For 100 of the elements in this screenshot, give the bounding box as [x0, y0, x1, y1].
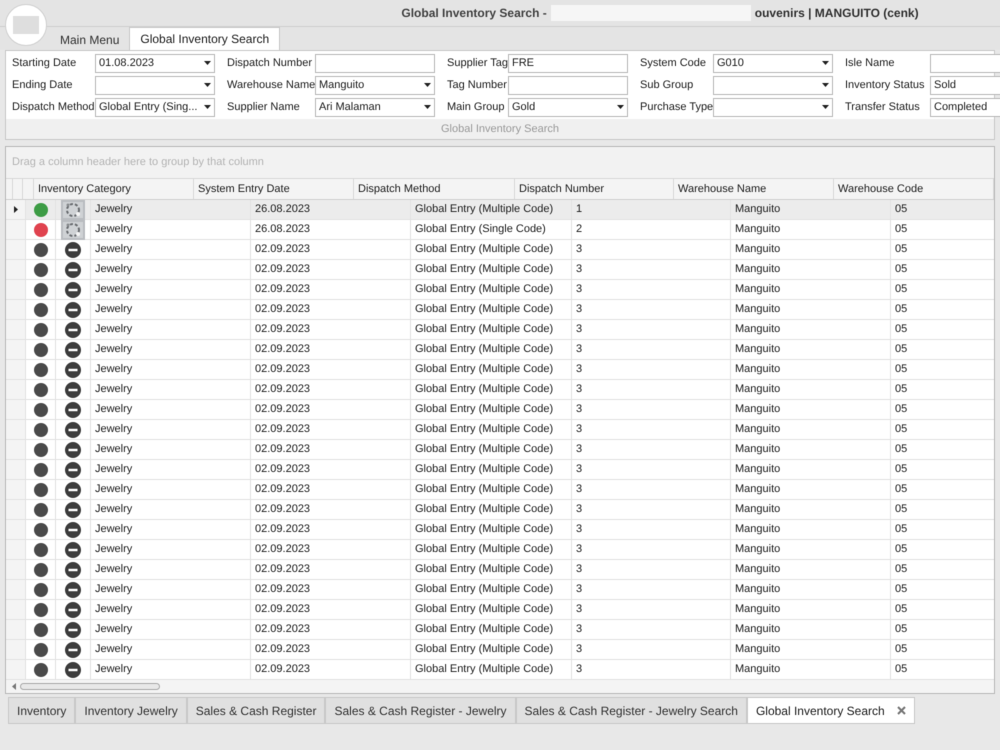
document-tab[interactable]: Inventory Jewelry — [75, 697, 187, 724]
minus-circle-icon — [65, 622, 81, 638]
caret-icon — [424, 83, 431, 87]
tab[interactable]: Global Inventory Search — [129, 27, 280, 50]
row-indicator-cell[interactable] — [6, 480, 26, 499]
table-row[interactable]: Jewelry 02.09.2023 Global Entry (Multiple Code) 3 Manguito 05 — [6, 400, 994, 420]
table-cell: Jewelry — [91, 420, 251, 439]
document-tab[interactable]: Inventory — [8, 697, 76, 724]
table-row[interactable]: Jewelry 02.09.2023 Global Entry (Multiple Code) 3 Manguito 05 — [6, 360, 994, 380]
dropdown-field[interactable]: Manguito — [315, 76, 435, 94]
dropdown-field[interactable]: Gold — [508, 98, 628, 116]
document-tab[interactable]: Sales & Cash Register - Jewelry — [325, 697, 516, 724]
dropdown-field[interactable] — [95, 76, 215, 94]
table-row[interactable]: Jewelry 02.09.2023 Global Entry (Multiple Code) 3 Manguito 05 — [6, 620, 994, 640]
table-row[interactable]: Jewelry 02.09.2023 Global Entry (Multiple Code) 3 Manguito 05 — [6, 500, 994, 520]
column-header[interactable]: Dispatch Method — [354, 179, 515, 199]
document-tab[interactable]: Sales & Cash Register - Jewelry Search — [516, 697, 747, 724]
table-row[interactable]: Jewelry 02.09.2023 Global Entry (Multiple Code) 3 Manguito 05 — [6, 420, 994, 440]
table-row[interactable]: Jewelry 02.09.2023 Global Entry (Multiple Code) 3 Manguito 05 — [6, 640, 994, 660]
column-header[interactable]: Inventory Category — [34, 179, 194, 199]
column-header[interactable]: Warehouse Code — [834, 179, 994, 199]
row-indicator-cell[interactable] — [6, 380, 26, 399]
table-cell: Jewelry — [91, 560, 251, 579]
row-indicator-cell[interactable] — [6, 500, 26, 519]
column-header[interactable]: Warehouse Name — [674, 179, 834, 199]
row-indicator-cell[interactable] — [6, 300, 26, 319]
row-indicator-cell[interactable] — [6, 620, 26, 639]
table-cell: 02.09.2023 — [251, 520, 411, 539]
row-indicator-cell[interactable] — [6, 320, 26, 339]
row-indicator-cell[interactable] — [6, 640, 26, 659]
table-row[interactable]: Jewelry 02.09.2023 Global Entry (Multiple Code) 3 Manguito 05 — [6, 240, 994, 260]
table-cell: 3 — [572, 520, 731, 539]
row-indicator-cell[interactable] — [6, 660, 26, 679]
close-icon[interactable] — [896, 706, 906, 715]
table-row[interactable]: Jewelry 02.09.2023 Global Entry (Multiple Code) 3 Manguito 05 — [6, 320, 994, 340]
dropdown-field[interactable] — [713, 98, 833, 116]
input-field[interactable]: Sold — [930, 76, 1000, 94]
row-indicator-cell[interactable] — [6, 260, 26, 279]
table-cell: 2 — [572, 220, 731, 239]
table-row[interactable]: Jewelry 02.09.2023 Global Entry (Multiple Code) 3 Manguito 05 — [6, 440, 994, 460]
row-indicator-cell[interactable] — [6, 280, 26, 299]
table-cell: 3 — [572, 420, 731, 439]
scroll-left-icon[interactable] — [12, 683, 16, 690]
table-cell: 05 — [891, 660, 994, 679]
table-row[interactable]: Jewelry 02.09.2023 Global Entry (Multiple Code) 3 Manguito 05 — [6, 460, 994, 480]
document-tab[interactable]: Global Inventory Search — [746, 697, 915, 724]
table-row[interactable]: Jewelry 02.09.2023 Global Entry (Multiple Code) 3 Manguito 05 — [6, 600, 994, 620]
table-row[interactable]: Jewelry 02.09.2023 Global Entry (Multiple Code) 3 Manguito 05 — [6, 480, 994, 500]
table-cell: Jewelry — [91, 520, 251, 539]
table-row[interactable]: Jewelry 02.09.2023 Global Entry (Multiple Code) 3 Manguito 05 — [6, 560, 994, 580]
input-field[interactable] — [315, 54, 435, 72]
row-indicator-cell[interactable] — [6, 520, 26, 539]
row-indicator-cell[interactable] — [6, 240, 26, 259]
table-cell: Global Entry (Multiple Code) — [411, 280, 572, 299]
table-cell: 05 — [891, 260, 994, 279]
row-indicator-cell[interactable] — [6, 360, 26, 379]
table-row[interactable]: Jewelry 26.08.2023 Global Entry (Multiple Code) 1 Manguito 05 — [6, 200, 994, 220]
table-row[interactable]: Jewelry 02.09.2023 Global Entry (Multiple Code) 3 Manguito 05 — [6, 580, 994, 600]
row-indicator-cell[interactable] — [6, 340, 26, 359]
dropdown-field[interactable]: Global Entry (Sing... — [95, 98, 215, 116]
column-header[interactable]: System Entry Date — [194, 179, 354, 199]
table-cell: Manguito — [731, 520, 891, 539]
row-indicator-cell[interactable] — [6, 440, 26, 459]
table-cell: Manguito — [731, 340, 891, 359]
table-row[interactable]: Jewelry 02.09.2023 Global Entry (Multiple Code) 3 Manguito 05 — [6, 300, 994, 320]
row-indicator-cell[interactable] — [6, 540, 26, 559]
tab-label: Sales & Cash Register — [196, 702, 316, 720]
row-indicator-cell[interactable] — [6, 460, 26, 479]
dropdown-field[interactable] — [713, 76, 833, 94]
table-cell: 02.09.2023 — [251, 640, 411, 659]
row-indicator-cell[interactable] — [6, 400, 26, 419]
dropdown-field[interactable]: Ari Malaman — [315, 98, 435, 116]
group-panel-hint: Drag a column header here to group by that column — [12, 155, 264, 170]
table-row[interactable]: Jewelry 26.08.2023 Global Entry (Single Code) 2 Manguito 05 — [6, 220, 994, 240]
minus-circle-icon — [65, 422, 81, 438]
table-row[interactable]: Jewelry 02.09.2023 Global Entry (Multiple Code) 3 Manguito 05 — [6, 260, 994, 280]
row-indicator-cell[interactable] — [6, 220, 26, 239]
input-field[interactable]: Completed — [930, 98, 1000, 116]
document-tab[interactable]: Sales & Cash Register — [186, 697, 326, 724]
row-indicator-cell[interactable] — [6, 420, 26, 439]
table-row[interactable]: Jewelry 02.09.2023 Global Entry (Multiple Code) 3 Manguito 05 — [6, 380, 994, 400]
table-row[interactable]: Jewelry 02.09.2023 Global Entry (Multiple Code) 3 Manguito 05 — [6, 540, 994, 560]
input-field[interactable] — [508, 76, 628, 94]
table-row[interactable]: Jewelry 02.09.2023 Global Entry (Multiple Code) 3 Manguito 05 — [6, 340, 994, 360]
table-row[interactable]: Jewelry 02.09.2023 Global Entry (Multiple Code) 3 Manguito 05 — [6, 520, 994, 540]
tab[interactable]: Main Menu — [50, 29, 130, 50]
table-row[interactable]: Jewelry 02.09.2023 Global Entry (Multiple Code) 3 Manguito 05 — [6, 280, 994, 300]
table-cell: 02.09.2023 — [251, 320, 411, 339]
scrollbar-thumb[interactable] — [20, 683, 160, 690]
row-indicator-cell[interactable] — [6, 200, 26, 219]
row-indicator-cell[interactable] — [6, 580, 26, 599]
column-header[interactable]: Dispatch Number — [515, 179, 674, 199]
row-indicator-cell[interactable] — [6, 600, 26, 619]
table-cell: 05 — [891, 500, 994, 519]
input-field[interactable]: FRE — [508, 54, 628, 72]
input-field[interactable] — [930, 54, 1000, 72]
table-cell: Manguito — [731, 200, 891, 219]
dropdown-field[interactable]: 01.08.2023 — [95, 54, 215, 72]
dropdown-field[interactable]: G010 — [713, 54, 833, 72]
row-indicator-cell[interactable] — [6, 560, 26, 579]
